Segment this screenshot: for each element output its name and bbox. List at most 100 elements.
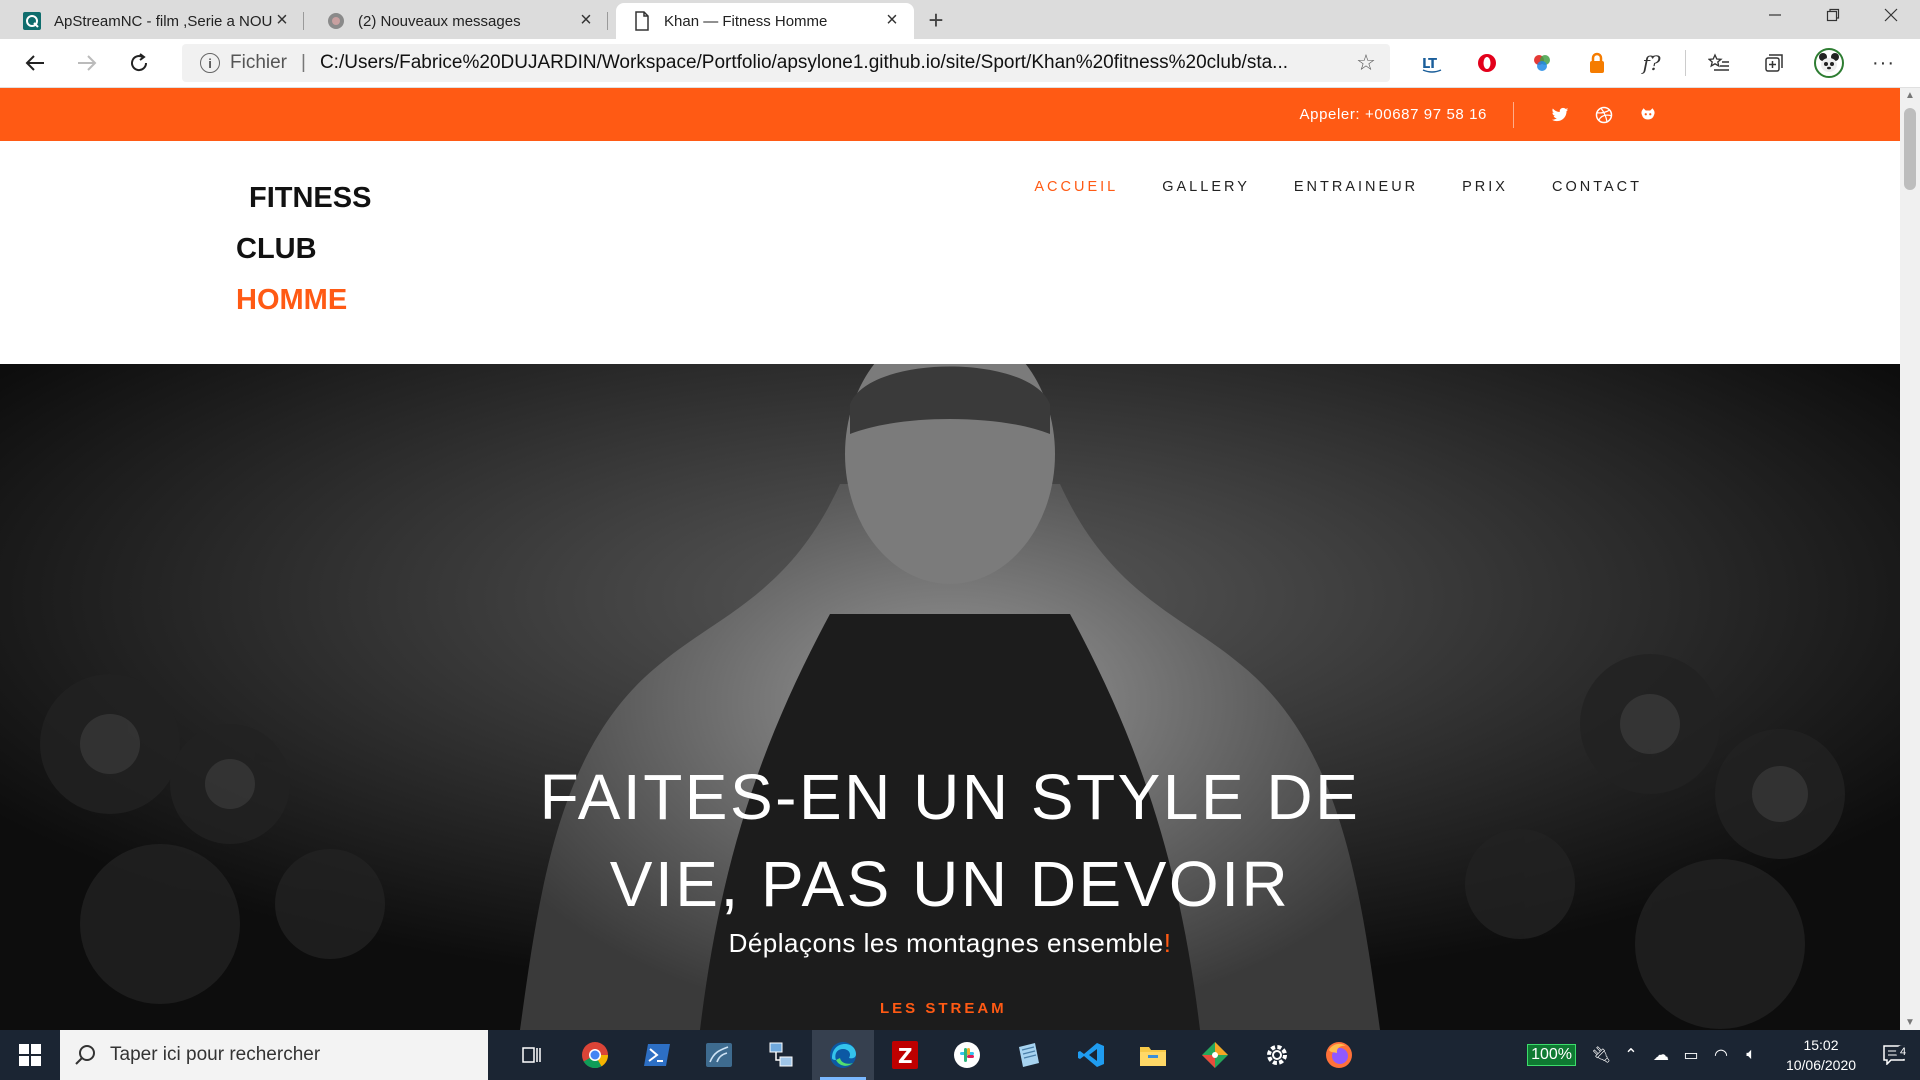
- tab-label: ApStreamNC - film ,Serie a NOU: [54, 12, 272, 30]
- battery-icon[interactable]: ▭: [1676, 1045, 1706, 1065]
- hero-subtitle: Déplaçons les montagnes ensemble!: [0, 928, 1900, 959]
- search-icon: [75, 1045, 95, 1065]
- close-window-icon[interactable]: [1862, 0, 1920, 30]
- task-view-icon[interactable]: [502, 1030, 564, 1080]
- volume-icon[interactable]: 🔈︎: [1736, 1046, 1766, 1064]
- web-page: Appeler: +00687 97 58 16 FITNESS CLUB HO…: [0, 88, 1900, 1030]
- whatfont-icon[interactable]: f?: [1624, 43, 1679, 83]
- taskbar-search-placeholder: Taper ici pour rechercher: [110, 1044, 321, 1065]
- settings-gear-icon[interactable]: [1246, 1030, 1308, 1080]
- taskbar-clock[interactable]: 15:02 10/06/2020: [1774, 1035, 1868, 1075]
- logo-line2: CLUB: [236, 233, 317, 265]
- apstream-icon: [22, 11, 42, 31]
- hero-tag: LES STREAM: [880, 1000, 1007, 1017]
- hero-title-line1: FAITES-EN UN STYLE DE: [539, 761, 1361, 833]
- notification-count: 4: [1896, 1045, 1910, 1059]
- battery-percentage[interactable]: 100%: [1527, 1044, 1576, 1066]
- tab-messages[interactable]: (2) Nouveaux messages ×: [310, 3, 608, 39]
- clock-time: 15:02: [1803, 1037, 1839, 1053]
- network-app-icon[interactable]: [750, 1030, 812, 1080]
- browser-toolbar: i Fichier | C:/Users/Fabrice%20DUJARDIN/…: [0, 39, 1920, 88]
- nav-accueil[interactable]: ACCUEIL: [1034, 179, 1118, 195]
- hero-title: FAITES-EN UN STYLE DE VIE, PAS UN DEVOIR: [0, 754, 1900, 928]
- new-tab-button[interactable]: +: [916, 3, 956, 39]
- scroll-up-icon[interactable]: ▲: [1905, 90, 1915, 101]
- phone-link[interactable]: Appeler: +00687 97 58 16: [1300, 106, 1487, 123]
- lock-extension-icon[interactable]: [1569, 43, 1624, 83]
- onedrive-icon[interactable]: ☁: [1646, 1045, 1676, 1065]
- windows-start-icon[interactable]: [0, 1030, 60, 1080]
- main-nav: ACCUEIL GALLERY ENTRAINEUR PRIX CONTACT: [990, 179, 1642, 195]
- chevron-up-icon[interactable]: ⌃: [1616, 1045, 1646, 1065]
- divider: [1679, 43, 1691, 83]
- collections-icon[interactable]: [1746, 43, 1801, 83]
- logo-line3: HOMME: [236, 284, 348, 316]
- system-tray: 100% 🔌︎ ⌃ ☁ ▭ ◠ 🔈︎ 15:02 10/06/2020 4: [1527, 1030, 1920, 1080]
- edge-icon[interactable]: [812, 1030, 874, 1080]
- site-header: FITNESS CLUB HOMME ACCUEIL GALLERY ENTRA…: [0, 141, 1900, 364]
- address-separator: |: [301, 52, 306, 73]
- opera-icon[interactable]: [1459, 43, 1514, 83]
- address-scheme: Fichier: [230, 52, 288, 73]
- restore-icon[interactable]: [1804, 0, 1862, 30]
- reload-button[interactable]: [114, 43, 164, 83]
- document-icon: [632, 11, 652, 31]
- hero-subtitle-mark: !: [1163, 928, 1172, 958]
- slack-icon[interactable]: [936, 1030, 998, 1080]
- mysql-workbench-icon[interactable]: [688, 1030, 750, 1080]
- windows-taskbar: Taper ici pour rechercher Z 100% 🔌︎ ⌃ ☁ …: [0, 1030, 1920, 1080]
- tab-khan-fitness[interactable]: Khan — Fitness Homme ×: [616, 3, 914, 39]
- more-menu-button[interactable]: ···: [1856, 43, 1911, 83]
- window-controls: [1746, 0, 1920, 30]
- languagetool-icon[interactable]: LT: [1404, 43, 1459, 83]
- nav-entraineur[interactable]: ENTRAINEUR: [1294, 179, 1418, 195]
- top-contact-bar: Appeler: +00687 97 58 16: [0, 88, 1900, 141]
- close-tab-icon[interactable]: ×: [882, 10, 902, 31]
- favorite-star-icon[interactable]: ☆: [1354, 50, 1378, 76]
- nav-contact[interactable]: CONTACT: [1552, 179, 1642, 195]
- dribbble-icon[interactable]: [1582, 106, 1626, 124]
- divider: [1513, 101, 1514, 128]
- back-button[interactable]: [10, 43, 60, 83]
- nav-gallery[interactable]: GALLERY: [1162, 179, 1250, 195]
- git-kraken-icon[interactable]: [1184, 1030, 1246, 1080]
- wifi-icon[interactable]: ◠: [1706, 1045, 1736, 1065]
- twitter-icon[interactable]: [1538, 106, 1582, 124]
- page-scrollbar[interactable]: ▲ ▼: [1900, 88, 1920, 1030]
- close-tab-icon[interactable]: ×: [576, 10, 596, 31]
- notification-center-icon[interactable]: 4: [1868, 1045, 1920, 1065]
- tab-apstream[interactable]: ApStreamNC - film ,Serie a NOU ×: [6, 3, 304, 39]
- extensions-area: LT f? ···: [1404, 43, 1911, 83]
- site-logo[interactable]: FITNESS CLUB HOMME: [236, 173, 371, 326]
- power-plug-icon[interactable]: 🔌︎: [1586, 1045, 1616, 1065]
- hero-banner: FAITES-EN UN STYLE DE VIE, PAS UN DEVOIR…: [0, 364, 1900, 1030]
- info-icon[interactable]: i: [200, 53, 220, 73]
- notepad-icon[interactable]: [998, 1030, 1060, 1080]
- scrollbar-thumb[interactable]: [1904, 108, 1916, 190]
- file-explorer-icon[interactable]: [1122, 1030, 1184, 1080]
- scroll-down-icon[interactable]: ▼: [1905, 1017, 1915, 1028]
- tab-label: Khan — Fitness Homme: [664, 12, 828, 30]
- powershell-icon[interactable]: [626, 1030, 688, 1080]
- address-bar[interactable]: i Fichier | C:/Users/Fabrice%20DUJARDIN/…: [182, 44, 1390, 82]
- messenger-icon: [326, 11, 346, 31]
- vscode-icon[interactable]: [1060, 1030, 1122, 1080]
- chrome-icon[interactable]: [564, 1030, 626, 1080]
- forward-button[interactable]: [62, 43, 112, 83]
- filezilla-icon[interactable]: Z: [874, 1030, 936, 1080]
- favorites-list-icon[interactable]: [1691, 43, 1746, 83]
- hero-title-line2: VIE, PAS UN DEVOIR: [609, 848, 1291, 920]
- profile-avatar-icon[interactable]: [1801, 43, 1856, 83]
- address-url[interactable]: C:/Users/Fabrice%20DUJARDIN/Workspace/Po…: [320, 52, 1354, 74]
- firefox-icon[interactable]: [1308, 1030, 1370, 1080]
- svg-text:Z: Z: [898, 1044, 913, 1068]
- taskbar-search-box[interactable]: Taper ici pour rechercher: [60, 1030, 488, 1080]
- minimize-icon[interactable]: [1746, 0, 1804, 30]
- color-picker-icon[interactable]: [1514, 43, 1569, 83]
- clock-date: 10/06/2020: [1785, 1057, 1857, 1073]
- arrow-right-icon: [78, 55, 97, 71]
- close-tab-icon[interactable]: ×: [272, 10, 292, 31]
- taskbar-apps: Z: [502, 1030, 1370, 1080]
- github-icon[interactable]: [1626, 106, 1670, 124]
- nav-prix[interactable]: PRIX: [1462, 179, 1508, 195]
